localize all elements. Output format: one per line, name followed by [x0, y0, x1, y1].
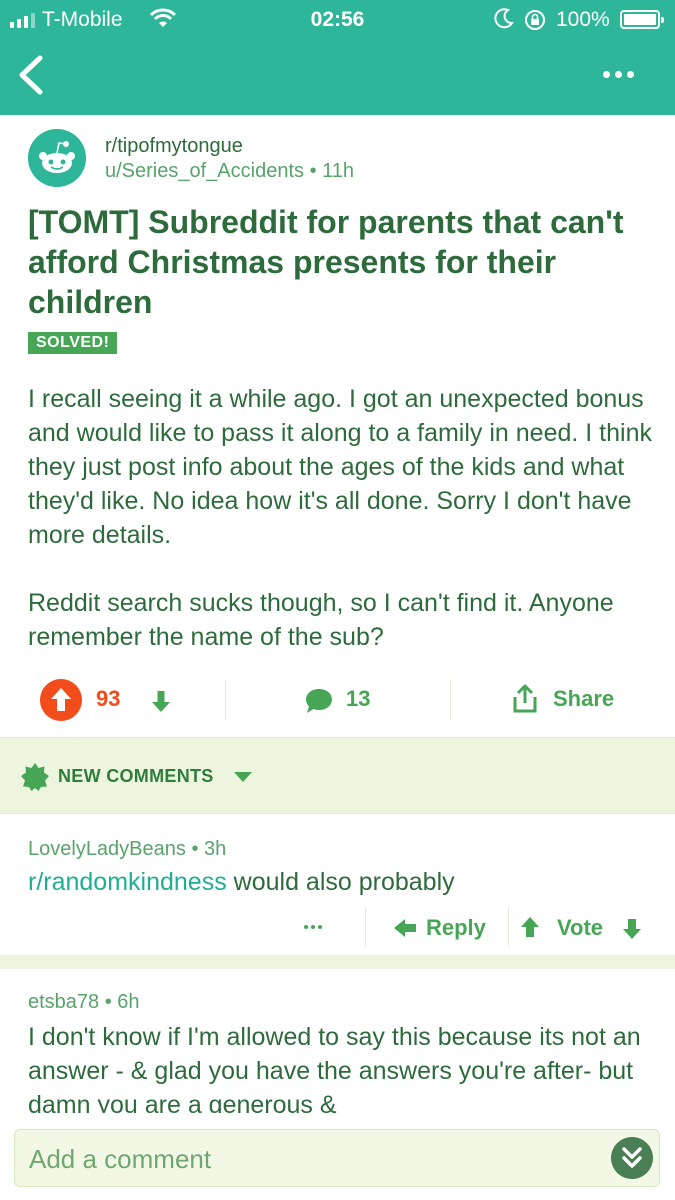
comment-count[interactable]: 13 [346, 686, 370, 712]
downvote-icon[interactable] [148, 688, 174, 714]
vote-label: Vote [557, 915, 604, 940]
post-meta: u/Series_of_Accidents • 11h [105, 160, 354, 183]
solved-flair: SOLVED! [28, 332, 118, 354]
comment-subreddit-link[interactable]: r/randomkindness [28, 868, 227, 896]
subreddit-name[interactable]: r/tipofmytongue [105, 135, 243, 158]
new-badge-icon [21, 763, 49, 791]
add-comment-input[interactable] [29, 1142, 589, 1176]
subreddit-avatar[interactable] [28, 129, 86, 187]
comment-separator [0, 955, 675, 969]
new-comments-label[interactable]: NEW COMMENTS [58, 766, 214, 787]
comment-actions: Reply Vote [0, 903, 675, 955]
comment-age: 3h [204, 838, 227, 860]
more-dots-icon[interactable] [598, 62, 638, 86]
reply-button[interactable]: Reply [426, 915, 486, 941]
post-title: [TOMT] Subreddit for parents that can't … [28, 204, 624, 320]
status-bar: T-Mobile 02:56 100% [0, 0, 675, 40]
upvote-icon[interactable] [40, 679, 82, 721]
divider [450, 680, 451, 720]
upvote-icon[interactable] [519, 915, 541, 939]
comment-body: I don't know if I'm allowed to say this … [28, 1023, 641, 1113]
post-actions: 93 13 Share [0, 672, 675, 728]
post-body-paragraph: Reddit search sucks though, so I can't f… [28, 589, 614, 651]
battery-percent: 100% [556, 8, 610, 31]
comment-body: r/randomkindness would also probably [28, 865, 648, 899]
post-score: 93 [96, 686, 121, 711]
chevron-down-icon[interactable] [234, 772, 252, 782]
comment-text: would also probably [226, 868, 455, 896]
comment-author[interactable]: etsba78 [28, 991, 99, 1013]
expand-chevrons-icon[interactable] [611, 1137, 653, 1179]
comment-author-line: etsba78 • 6h [28, 991, 140, 1014]
comment-author[interactable]: LovelyLadyBeans [28, 838, 186, 860]
share-icon[interactable] [512, 684, 538, 714]
meta-separator: • [104, 991, 118, 1013]
post-age: 11h [322, 160, 355, 182]
post-body-paragraph: I recall seeing it a while ago. I got an… [28, 385, 652, 549]
top-bar: T-Mobile 02:56 100% [0, 0, 675, 115]
share-button[interactable]: Share [553, 686, 614, 712]
divider [365, 907, 366, 947]
comment-bubble-icon[interactable] [304, 687, 334, 715]
back-chevron-icon[interactable] [12, 52, 52, 98]
battery-icon [620, 10, 664, 29]
more-dots-icon[interactable] [304, 925, 322, 929]
post-body: I recall seeing it a while ago. I got an… [28, 382, 653, 688]
downvote-icon[interactable] [621, 917, 643, 941]
comment-composer[interactable] [14, 1129, 660, 1187]
rotation-lock-icon [525, 10, 545, 30]
post-author[interactable]: u/Series_of_Accidents [105, 160, 304, 182]
new-comments-bar[interactable]: NEW COMMENTS [0, 737, 675, 814]
divider [508, 907, 509, 947]
reply-arrow-icon[interactable] [392, 917, 418, 939]
comment-age: 6h [117, 991, 140, 1013]
divider [225, 680, 226, 720]
meta-separator: • [309, 160, 323, 182]
meta-separator: • [191, 838, 205, 860]
comment-composer-bar [0, 1113, 675, 1200]
moon-icon [494, 8, 514, 29]
comment-author-line: LovelyLadyBeans • 3h [28, 838, 226, 861]
